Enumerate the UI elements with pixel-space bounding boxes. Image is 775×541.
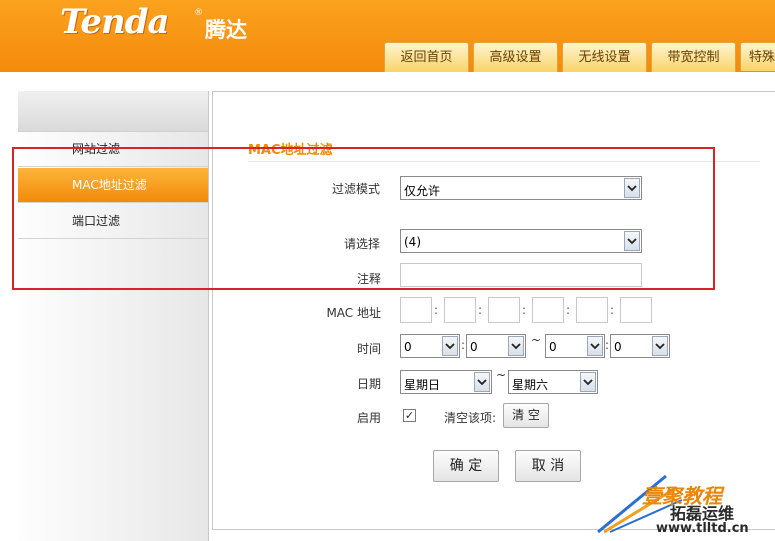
enable-checkbox[interactable]: ✓ [403, 409, 416, 422]
end-day-select[interactable]: 星期六 [508, 370, 598, 394]
filter-mode-select[interactable]: 仅允许 [400, 176, 642, 200]
chevron-down-icon [652, 336, 668, 356]
start-hour-select[interactable]: 0 [400, 334, 460, 358]
mac-separator: : [478, 303, 483, 317]
mac-octet-5[interactable] [576, 297, 608, 323]
end-minute-value: 0 [614, 340, 622, 354]
time-label: 时间 [356, 342, 381, 356]
mac-separator: : [522, 303, 527, 317]
end-day-value: 星期六 [512, 378, 549, 392]
watermark-url: www.tlltd.cn [656, 521, 749, 536]
mac-octet-2[interactable] [444, 297, 476, 323]
chevron-down-icon [442, 336, 458, 356]
cancel-button[interactable]: 取 消 [515, 450, 581, 482]
registered-mark: ® [194, 8, 203, 18]
date-label: 日期 [356, 377, 381, 391]
time-range-separator: ~ [531, 333, 542, 347]
tenda-logo: Tenda [60, 2, 170, 42]
tab-advanced[interactable]: 高级设置 [473, 42, 558, 72]
ok-button[interactable]: 确 定 [433, 450, 499, 482]
section-title: MAC地址过滤 [248, 143, 333, 158]
title-divider [248, 161, 760, 162]
note-label: 注释 [356, 272, 381, 286]
enable-label: 启用 [356, 411, 381, 425]
start-minute-select[interactable]: 0 [466, 334, 526, 358]
chevron-down-icon [587, 336, 603, 356]
date-range-separator: ~ [496, 368, 507, 382]
sidebar-item-website-filter[interactable]: 网站过滤 [18, 132, 208, 167]
chevron-down-icon [624, 231, 640, 251]
note-input[interactable] [400, 263, 642, 287]
watermark: 壹聚教程 拓磊运维 www.tlltd.cn [596, 466, 775, 541]
start-hour-value: 0 [404, 340, 412, 354]
clear-button[interactable]: 清 空 [503, 403, 549, 428]
sidebar-item-port-filter[interactable]: 端口过滤 [18, 204, 208, 239]
mac-separator: : [434, 303, 439, 317]
start-minute-value: 0 [470, 340, 478, 354]
end-hour-select[interactable]: 0 [545, 334, 605, 358]
mac-separator: : [566, 303, 571, 317]
tab-bandwidth[interactable]: 带宽控制 [651, 42, 736, 72]
clear-label: 清空该项: [444, 411, 497, 425]
tab-home[interactable]: 返回首页 [384, 42, 469, 72]
tab-special[interactable]: 特殊 [740, 42, 775, 71]
filter-mode-value: 仅允许 [404, 184, 441, 198]
sidebar: 网站过滤 MAC地址过滤 端口过滤 [18, 91, 209, 541]
mac-octet-4[interactable] [532, 297, 564, 323]
sidebar-item-mac-filter[interactable]: MAC地址过滤 [18, 168, 208, 203]
mac-label: MAC 地址 [326, 306, 381, 320]
mac-octet-1[interactable] [400, 297, 432, 323]
mac-separator: : [610, 303, 615, 317]
time-separator: : [605, 338, 610, 352]
tab-wireless[interactable]: 无线设置 [562, 42, 647, 72]
end-minute-select[interactable]: 0 [610, 334, 670, 358]
start-day-select[interactable]: 星期日 [400, 370, 492, 394]
mac-octet-3[interactable] [488, 297, 520, 323]
sidebar-header [18, 91, 208, 132]
time-separator: : [461, 338, 466, 352]
choose-value: (4) [404, 235, 421, 249]
end-hour-value: 0 [549, 340, 557, 354]
choose-select[interactable]: (4) [400, 229, 642, 253]
chevron-down-icon [508, 336, 524, 356]
chevron-down-icon [474, 372, 490, 392]
chevron-down-icon [624, 178, 640, 198]
tenda-logo-cn: 腾达 [205, 18, 247, 42]
mac-octet-6[interactable] [620, 297, 652, 323]
chevron-down-icon [580, 372, 596, 392]
header-bar: Tenda ® 腾达 返回首页 高级设置 无线设置 带宽控制 特殊 [0, 0, 775, 72]
start-day-value: 星期日 [404, 378, 441, 392]
choose-label: 请选择 [343, 237, 380, 251]
filter-mode-label: 过滤模式 [331, 182, 380, 196]
